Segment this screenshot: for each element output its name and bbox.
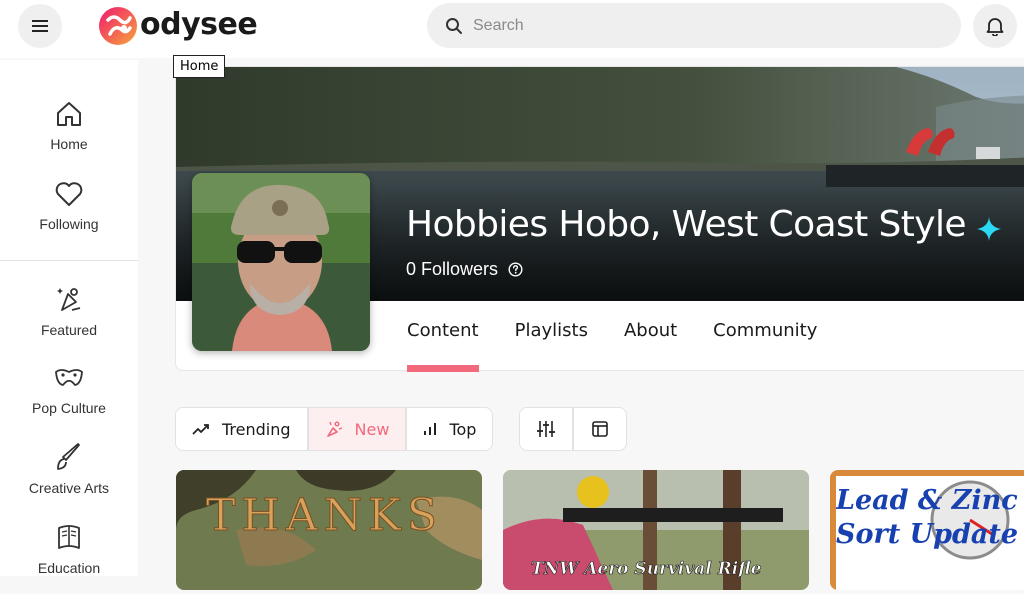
sidebar-item-pop-culture[interactable]: Pop Culture xyxy=(0,364,138,436)
odysee-logo[interactable]: odysee xyxy=(98,6,258,46)
hamburger-icon xyxy=(32,20,48,32)
sidebar-item-following[interactable]: Following xyxy=(0,180,138,252)
top-bar: odysee xyxy=(0,0,1024,58)
new-label: New xyxy=(354,419,390,439)
avatar-photo xyxy=(192,173,370,351)
sliders-icon xyxy=(537,421,555,437)
thumbnail-image: TNW Aero Survival Rifle xyxy=(503,470,809,590)
video-thumbnail[interactable]: THANKS xyxy=(176,470,482,590)
sidebar-item-label: Pop Culture xyxy=(32,400,106,416)
followers-text: 0 Followers xyxy=(406,259,499,279)
sidebar: Home Following Featured Pop Culture Crea… xyxy=(0,60,138,576)
thumbnail-caption: THANKS xyxy=(206,490,443,541)
top-label: Top xyxy=(449,419,477,439)
new-button[interactable]: New xyxy=(307,407,407,451)
sidebar-item-featured[interactable]: Featured xyxy=(0,284,138,356)
channel-title: Hobbies Hobo, West Coast Style xyxy=(406,204,967,245)
heart-icon xyxy=(55,182,83,206)
tab-about[interactable]: About xyxy=(624,320,677,370)
channel-tabs: Content Playlists About Community xyxy=(407,320,853,372)
verified-badge-icon xyxy=(977,217,1001,241)
featured-icon xyxy=(57,288,81,311)
thumbnail-caption: TNW Aero Survival Rifle xyxy=(531,559,762,579)
trending-icon xyxy=(192,424,209,435)
sidebar-item-label: Following xyxy=(39,216,99,232)
tab-playlists[interactable]: Playlists xyxy=(515,320,588,370)
sidebar-item-home[interactable]: Home xyxy=(0,100,138,172)
sort-filter-group: Trending New Top xyxy=(175,407,494,451)
view-tools xyxy=(519,407,627,451)
followers-count: 0 Followers xyxy=(406,259,523,280)
sidebar-item-education[interactable]: Education xyxy=(0,522,138,594)
tab-content[interactable]: Content xyxy=(407,320,479,372)
layout-toggle-button[interactable] xyxy=(573,407,627,451)
search-bar[interactable] xyxy=(427,3,961,48)
trending-button[interactable]: Trending xyxy=(175,407,308,451)
thumbnail-caption: Lead & Zinc Sort Update xyxy=(836,485,1019,550)
book-icon xyxy=(58,525,80,549)
menu-button[interactable] xyxy=(18,4,62,48)
sidebar-item-label: Education xyxy=(37,560,101,576)
sidebar-item-creative-arts[interactable]: Creative Arts xyxy=(0,442,138,514)
brush-icon xyxy=(57,443,80,470)
channel-avatar xyxy=(192,173,370,351)
sparkle-new-icon xyxy=(326,421,342,437)
info-icon[interactable] xyxy=(508,262,523,277)
sidebar-item-label: Creative Arts xyxy=(28,480,110,496)
odysee-logo-icon xyxy=(99,7,137,45)
video-thumbnail[interactable]: TNW Aero Survival Rifle xyxy=(503,470,809,590)
sidebar-item-label: Featured xyxy=(40,322,98,338)
bar-chart-icon xyxy=(424,423,437,435)
home-icon xyxy=(57,102,81,126)
layout-icon xyxy=(592,421,608,437)
search-input[interactable] xyxy=(473,16,933,35)
tab-community[interactable]: Community xyxy=(713,320,817,370)
sidebar-divider xyxy=(0,260,138,261)
filter-settings-button[interactable] xyxy=(519,407,573,451)
sidebar-item-label: Home xyxy=(50,136,88,152)
bell-icon xyxy=(986,18,1004,36)
thumbnail-image: THANKS xyxy=(176,470,482,590)
video-thumbnail[interactable]: Lead & Zinc Sort Update xyxy=(830,470,1024,590)
thumbnail-image: Lead & Zinc Sort Update xyxy=(830,470,1024,590)
home-tooltip: Home xyxy=(173,55,226,78)
trending-label: Trending xyxy=(222,419,291,439)
logo-text: odysee xyxy=(140,6,258,42)
search-icon xyxy=(446,17,462,34)
pop-culture-icon xyxy=(55,369,83,386)
notifications-button[interactable] xyxy=(973,4,1017,48)
top-button[interactable]: Top xyxy=(406,407,494,451)
